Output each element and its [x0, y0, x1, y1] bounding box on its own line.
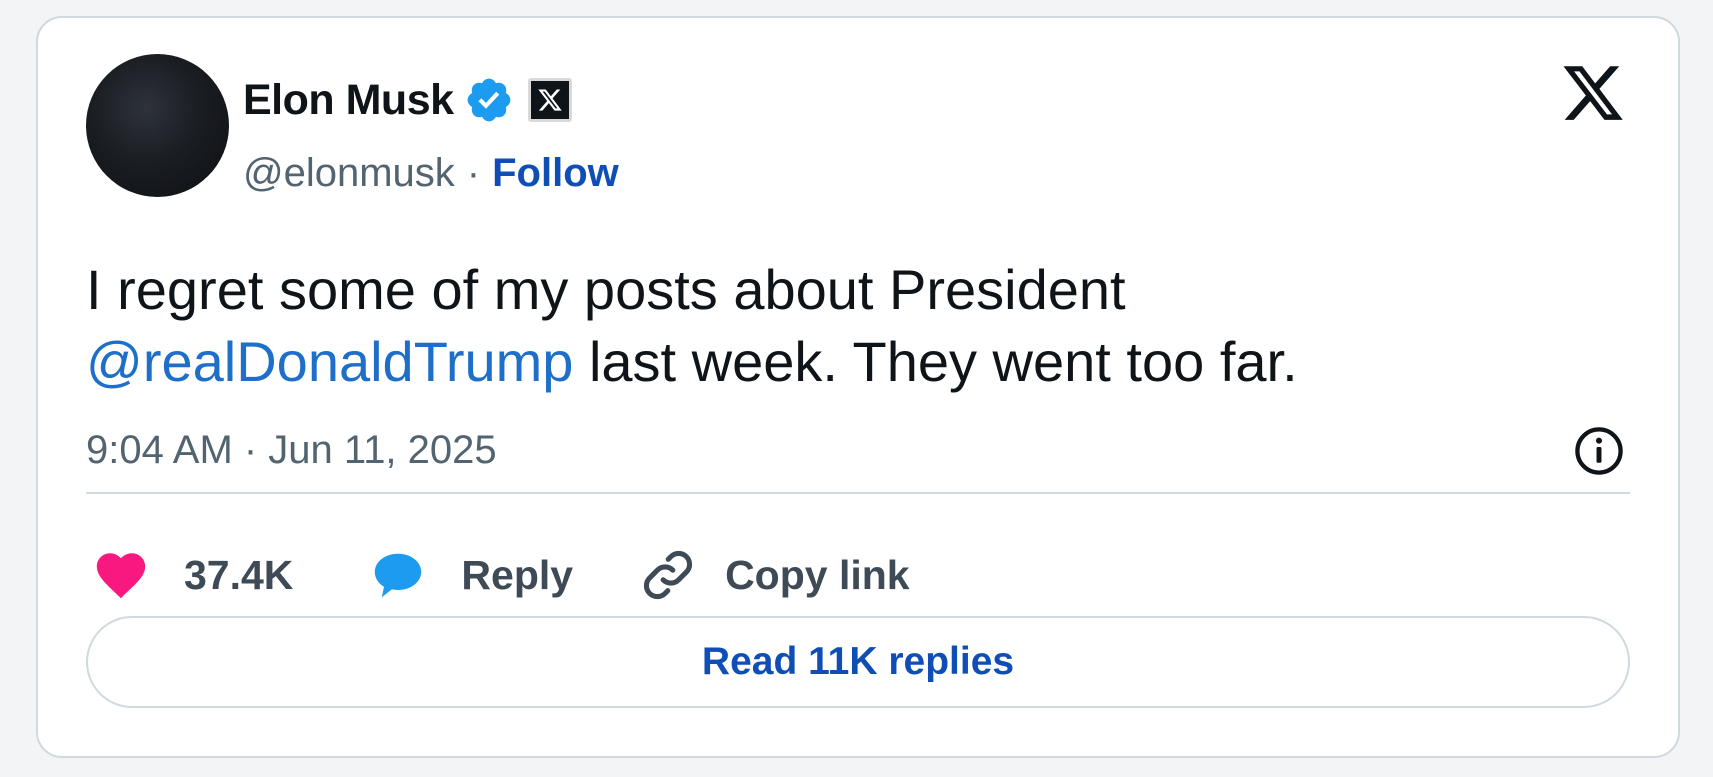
tweet-text: I regret some of my posts about Presiden… — [86, 254, 1626, 398]
divider — [86, 492, 1630, 494]
link-icon — [643, 550, 693, 600]
likes-count: 37.4K — [184, 551, 294, 598]
tweet-timestamp[interactable]: 9:04 AM · Jun 11, 2025 — [86, 428, 497, 473]
mention-link[interactable]: @realDonaldTrump — [86, 330, 573, 393]
like-button[interactable]: 37.4K — [86, 546, 293, 604]
heart-icon — [96, 553, 146, 599]
author-handle-row: @elonmusk · Follow — [243, 151, 619, 196]
tweet-text-line1: I regret some of my posts about Presiden… — [86, 258, 1126, 321]
follow-button[interactable]: Follow — [492, 151, 619, 196]
author-name-row: Elon Musk — [243, 70, 572, 130]
tweet-text-line2: last week. They went too far. — [573, 330, 1298, 393]
x-affiliate-badge-icon — [527, 78, 572, 122]
verified-badge-icon — [467, 78, 510, 122]
copy-link-label: Copy link — [725, 551, 910, 598]
author-handle[interactable]: @elonmusk — [243, 151, 455, 196]
x-logo-icon[interactable] — [1560, 60, 1626, 126]
info-icon[interactable] — [1572, 424, 1626, 478]
read-replies-button[interactable]: Read 11K replies — [86, 616, 1630, 708]
action-bar: 37.4K Reply Copy link — [86, 538, 910, 612]
speech-bubble-icon — [375, 553, 422, 598]
tweet-embed-card: Elon Musk @elonmusk · Follow I regret so… — [36, 16, 1680, 758]
avatar[interactable] — [86, 54, 229, 197]
author-name[interactable]: Elon Musk — [243, 76, 454, 125]
reply-button[interactable]: Reply — [369, 546, 573, 604]
reply-label: Reply — [461, 551, 574, 598]
copy-link-button[interactable]: Copy link — [639, 546, 910, 604]
separator-dot: · — [466, 151, 481, 195]
